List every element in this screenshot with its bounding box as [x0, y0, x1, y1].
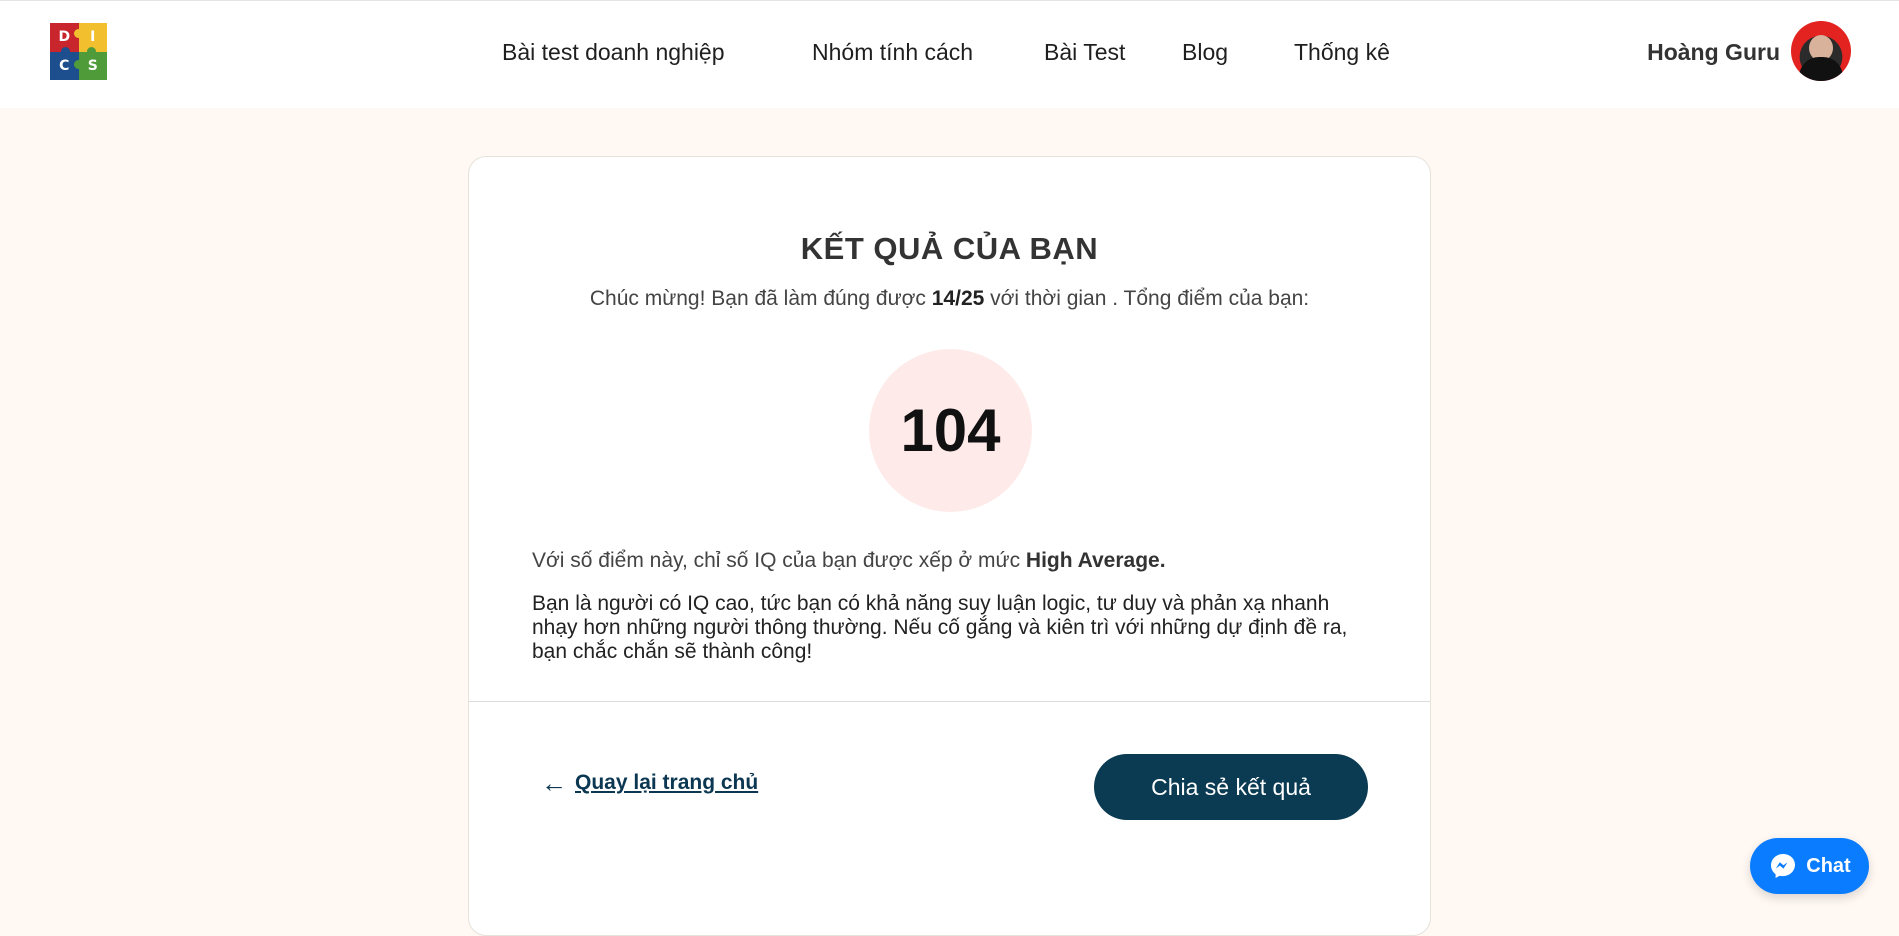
- result-description: Bạn là người có IQ cao, tức bạn có khả n…: [532, 592, 1348, 663]
- correct-answers: 14/25: [931, 287, 985, 310]
- messenger-icon: [1768, 851, 1798, 881]
- nav-item-statistics[interactable]: Thống kê: [1294, 37, 1390, 67]
- score-value: 104: [900, 397, 1001, 464]
- main-nav: Bài test doanh nghiệp Nhóm tính cách Bài…: [0, 37, 1899, 67]
- nav-item-tests[interactable]: Bài Test: [1044, 37, 1125, 67]
- chat-button[interactable]: Chat: [1750, 838, 1869, 894]
- nav-item-personality-groups[interactable]: Nhóm tính cách: [812, 37, 973, 67]
- subtitle-prefix: Chúc mừng! Bạn đã làm đúng được: [589, 287, 932, 310]
- result-title: KẾT QUẢ CỦA BẠN: [800, 231, 1099, 266]
- site-header: D I C S Bài test doanh nghiệp Nhóm tính …: [0, 0, 1899, 108]
- result-card: KẾT QUẢ CỦA BẠN Chúc mừng! Bạn đã làm đú…: [468, 156, 1431, 936]
- share-result-label: Chia sẻ kết quả: [1151, 773, 1311, 800]
- subtitle-suffix: với thời gian . Tổng điểm của bạn:: [984, 287, 1310, 310]
- nav-item-business-test[interactable]: Bài test doanh nghiệp: [502, 37, 725, 67]
- share-result-button[interactable]: Chia sẻ kết quả: [1094, 754, 1368, 820]
- chat-label: Chat: [1806, 854, 1851, 877]
- back-home-link[interactable]: ← Quay lại trang chủ: [541, 768, 759, 798]
- user-name[interactable]: Hoàng Guru: [1647, 37, 1780, 67]
- result-subtitle: Chúc mừng! Bạn đã làm đúng được 14/25 vớ…: [469, 287, 1430, 311]
- back-home-label: Quay lại trang chủ: [575, 771, 759, 794]
- iq-level: High Average.: [1025, 549, 1166, 572]
- score-circle: 104: [869, 349, 1032, 512]
- arrow-left-icon: ←: [541, 768, 567, 798]
- iq-level-text: Với số điểm này, chỉ số IQ của bạn được …: [532, 549, 1166, 573]
- avatar-body: [1799, 57, 1843, 81]
- user-avatar[interactable]: [1791, 21, 1851, 81]
- level-prefix: Với số điểm này, chỉ số IQ của bạn được …: [532, 549, 1026, 572]
- nav-item-blog[interactable]: Blog: [1182, 37, 1228, 67]
- card-divider: [469, 701, 1430, 702]
